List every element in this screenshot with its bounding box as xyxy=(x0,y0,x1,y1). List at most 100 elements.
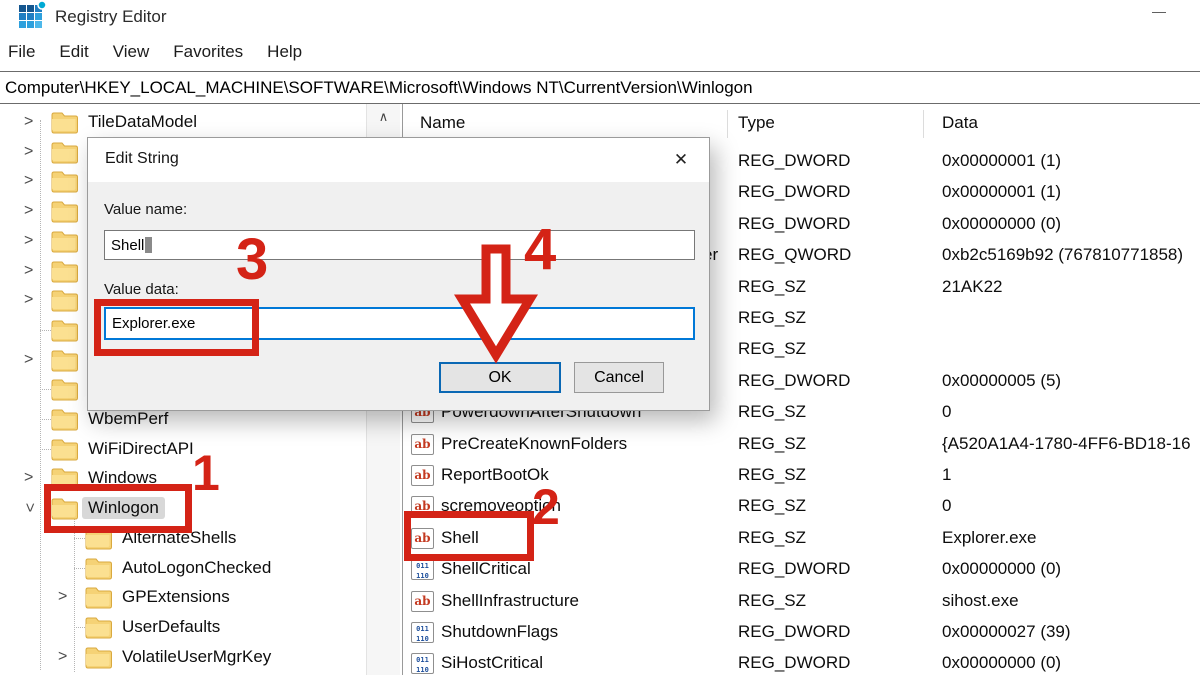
tree-item-label: GPExtensions xyxy=(116,586,236,608)
chevron-icon[interactable]: > xyxy=(24,141,33,163)
folder-icon xyxy=(84,555,112,581)
column-header-type[interactable]: Type xyxy=(738,113,775,133)
value-type: REG_SZ xyxy=(738,496,806,516)
value-data: 0x00000000 (0) xyxy=(942,559,1061,579)
tree-item-alternateshells[interactable]: AlternateShells xyxy=(0,524,366,553)
ok-button[interactable]: OK xyxy=(439,362,561,393)
close-icon[interactable]: ✕ xyxy=(668,148,694,172)
value-data: 0x00000000 (0) xyxy=(942,214,1061,234)
chevron-icon[interactable]: > xyxy=(24,230,33,252)
dword-value-icon: 011110 xyxy=(411,622,434,643)
value-name: ShellCritical xyxy=(441,559,531,579)
menu-item-edit[interactable]: Edit xyxy=(59,38,100,66)
value-type: REG_SZ xyxy=(738,277,806,297)
tree-item-label: AutoLogonChecked xyxy=(116,557,277,579)
value-name-input[interactable]: Shell xyxy=(104,230,695,260)
chevron-icon[interactable]: > xyxy=(24,170,33,192)
value-type: REG_SZ xyxy=(738,591,806,611)
tree-item-windows[interactable]: > Windows xyxy=(0,464,366,493)
column-header-name[interactable]: Name xyxy=(420,113,465,133)
value-data: 0 xyxy=(942,402,951,422)
value-type: REG_DWORD xyxy=(738,371,850,391)
value-type: REG_DWORD xyxy=(738,559,850,579)
folder-icon xyxy=(50,376,78,402)
value-name: ShutdownFlags xyxy=(441,622,558,642)
tree-item-tiledatamodel[interactable]: > TileDataModel xyxy=(0,108,366,137)
menu-item-help[interactable]: Help xyxy=(267,38,314,66)
registry-value-row-shutdownflags[interactable]: 011110 ShutdownFlags REG_DWORD 0x0000002… xyxy=(404,618,1200,649)
address-bar[interactable]: Computer\HKEY_LOCAL_MACHINE\SOFTWARE\Mic… xyxy=(0,71,1200,104)
column-separator[interactable] xyxy=(727,110,728,138)
value-name: SiHostCritical xyxy=(441,653,543,673)
menu-item-file[interactable]: File xyxy=(8,38,47,66)
value-type: REG_DWORD xyxy=(738,182,850,202)
folder-icon xyxy=(50,495,78,521)
tree-item-label: TileDataModel xyxy=(82,111,203,133)
value-name: ReportBootOk xyxy=(441,465,549,485)
cancel-button[interactable]: Cancel xyxy=(574,362,664,393)
column-separator[interactable] xyxy=(923,110,924,138)
value-name-label: Value name: xyxy=(104,201,187,218)
menu-item-favorites[interactable]: Favorites xyxy=(173,38,255,66)
folder-icon xyxy=(50,139,78,165)
folder-icon xyxy=(50,317,78,343)
tree-item-gpextensions[interactable]: > GPExtensions xyxy=(0,583,366,612)
dialog-title: Edit String xyxy=(105,150,179,168)
registry-value-row-shellcritical[interactable]: 011110 ShellCritical REG_DWORD 0x0000000… xyxy=(404,555,1200,586)
tree-item-winlogon[interactable]: > Winlogon xyxy=(0,494,366,523)
minimize-button[interactable]: — xyxy=(1146,4,1172,22)
tree-item-autologonchecked[interactable]: AutoLogonChecked xyxy=(0,554,366,583)
text-cursor xyxy=(145,237,152,253)
chevron-icon[interactable]: > xyxy=(24,260,33,282)
chevron-icon[interactable]: > xyxy=(58,646,67,668)
column-header-data[interactable]: Data xyxy=(942,113,978,133)
string-value-icon: ab xyxy=(411,465,434,486)
folder-icon xyxy=(50,198,78,224)
value-data: 0xb2c5169b92 (767810771858) xyxy=(942,245,1183,265)
menu-bar: File Edit View Favorites Help xyxy=(0,32,1200,71)
folder-icon xyxy=(84,614,112,640)
folder-icon xyxy=(50,109,78,135)
value-type: REG_QWORD xyxy=(738,245,851,265)
chevron-icon[interactable]: > xyxy=(58,586,67,608)
value-data: 1 xyxy=(942,465,951,485)
tree-item-label: Windows xyxy=(82,467,163,489)
value-type: REG_DWORD xyxy=(738,653,850,673)
dialog-title-bar: Edit String ✕ xyxy=(88,138,709,182)
chevron-icon[interactable]: > xyxy=(24,289,33,311)
dword-value-icon: 011110 xyxy=(411,559,434,580)
value-name: scremoveoption xyxy=(441,496,561,516)
chevron-icon[interactable]: > xyxy=(24,349,33,371)
registry-value-row-shellinfrastructure[interactable]: ab ShellInfrastructure REG_SZ sihost.exe xyxy=(404,587,1200,618)
chevron-icon[interactable]: > xyxy=(24,467,33,489)
value-data-input[interactable]: Explorer.exe xyxy=(104,307,695,340)
folder-icon xyxy=(50,228,78,254)
string-value-icon: ab xyxy=(411,496,434,517)
value-data: 0x00000001 (1) xyxy=(942,151,1061,171)
chevron-icon[interactable]: > xyxy=(18,503,40,512)
tree-item-label: AlternateShells xyxy=(116,527,242,549)
string-value-icon: ab xyxy=(411,528,434,549)
value-data: 0x00000005 (5) xyxy=(942,371,1061,391)
tree-item-volatileusermgrkey[interactable]: > VolatileUserMgrKey xyxy=(0,643,366,672)
chevron-icon[interactable]: > xyxy=(24,111,33,133)
registry-value-row-reportbootok[interactable]: ab ReportBootOk REG_SZ 1 xyxy=(404,461,1200,492)
registry-value-row-precreateknownfolders[interactable]: ab PreCreateKnownFolders REG_SZ {A520A1A… xyxy=(404,430,1200,461)
tree-item-userdefaults[interactable]: UserDefaults xyxy=(0,613,366,642)
registry-value-row-scremoveoption[interactable]: ab scremoveoption REG_SZ 0 xyxy=(404,492,1200,523)
registry-value-row-sihostcritical[interactable]: 011110 SiHostCritical REG_DWORD 0x000000… xyxy=(404,649,1200,675)
tree-item-label: Winlogon xyxy=(82,497,165,519)
registry-path: Computer\HKEY_LOCAL_MACHINE\SOFTWARE\Mic… xyxy=(0,78,753,98)
value-data: 21AK22 xyxy=(942,277,1003,297)
tree-item-wifidirectapi[interactable]: WiFiDirectAPI xyxy=(0,435,366,464)
folder-icon xyxy=(50,168,78,194)
scroll-up-icon[interactable]: ∧ xyxy=(367,106,400,128)
value-name: ShellInfrastructure xyxy=(441,591,579,611)
chevron-icon[interactable]: > xyxy=(24,200,33,222)
value-type: REG_SZ xyxy=(738,465,806,485)
edit-string-dialog: Edit String ✕ Value name: Shell Value da… xyxy=(87,137,710,411)
value-type: REG_SZ xyxy=(738,434,806,454)
menu-item-view[interactable]: View xyxy=(113,38,162,66)
title-bar: Registry Editor — xyxy=(0,0,1200,32)
registry-value-row-shell[interactable]: ab Shell REG_SZ Explorer.exe xyxy=(404,524,1200,555)
